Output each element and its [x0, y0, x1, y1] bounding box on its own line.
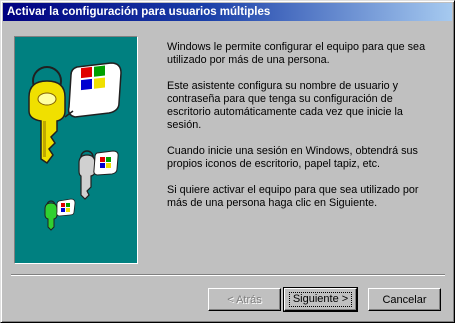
wizard-illustration: [14, 36, 138, 264]
title-bar[interactable]: Activar la configuración para usuarios m…: [3, 3, 452, 21]
windows-logo-tag-icon: [64, 62, 122, 118]
paragraph-session: Cuando inicie una sesión en Windows, obt…: [167, 145, 418, 170]
button-separator: [11, 274, 445, 276]
paragraph-assistant: Este asistente configura su nombre de us…: [167, 80, 403, 131]
window-title: Activar la configuración para usuarios m…: [7, 6, 271, 18]
large-yellow-key-icon: [28, 66, 66, 165]
wizard-description: Windows le permite configurar el equipo …: [167, 41, 437, 223]
paragraph-intro: Windows le permite configurar el equipo …: [167, 41, 426, 66]
keys-illustration: [28, 62, 122, 231]
gray-key-icon: [78, 150, 119, 200]
back-button-label: < Atrás: [227, 293, 262, 306]
wizard-window: Activar la configuración para usuarios m…: [0, 0, 455, 323]
back-button[interactable]: < Atrás: [208, 288, 281, 311]
paragraph-next: Si quiere activar el equipo para que sea…: [167, 184, 419, 209]
cancel-button-label: Cancelar: [382, 293, 427, 306]
cancel-button[interactable]: Cancelar: [368, 288, 441, 311]
green-key-icon: [44, 198, 76, 231]
next-button[interactable]: Siguiente >: [283, 287, 358, 312]
next-button-label: Siguiente >: [288, 292, 353, 307]
